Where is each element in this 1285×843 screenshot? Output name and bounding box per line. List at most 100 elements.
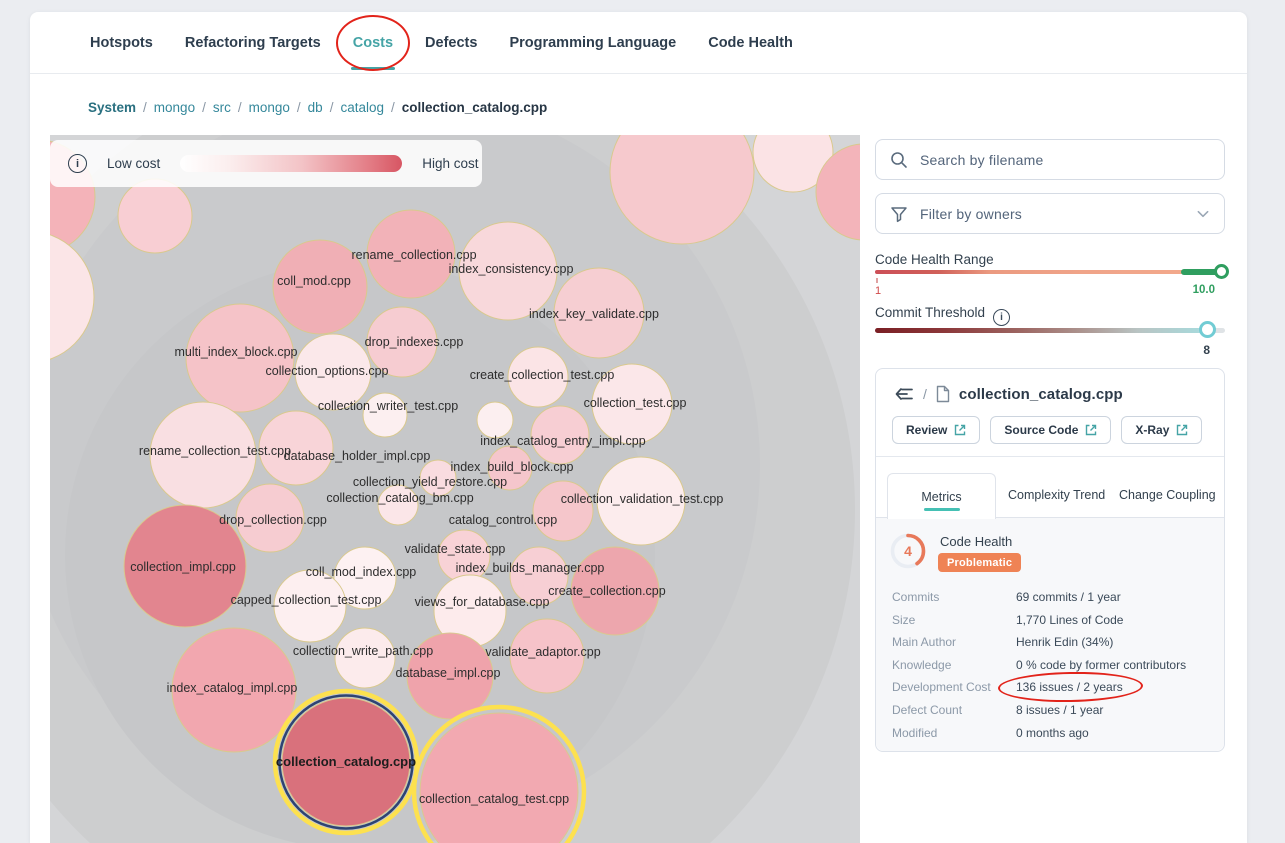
- commit-threshold-handle[interactable]: [1199, 321, 1216, 338]
- main-card: Hotspots Refactoring Targets Costs Defects P…: [30, 12, 1247, 843]
- breadcrumb-link-4[interactable]: catalog: [340, 100, 384, 115]
- cost-bubble-chart[interactable]: coll_mod.cpprename_collection.cppindex_c…: [50, 135, 860, 843]
- top-nav: Hotspots Refactoring Targets Costs Defects P…: [30, 12, 1247, 74]
- breadcrumb-separator: /: [238, 100, 242, 115]
- tab-change-coupling[interactable]: Change Coupling: [1119, 473, 1216, 517]
- metric-label: Modified: [892, 726, 1012, 740]
- bubble-label[interactable]: create_collection_test.cpp: [470, 368, 615, 382]
- nav-tab-hotspots[interactable]: Hotspots: [88, 27, 155, 59]
- chevron-down-icon: [1196, 207, 1210, 221]
- bubble-label[interactable]: coll_mod.cpp: [277, 274, 351, 288]
- code-health-range-handle[interactable]: [1214, 264, 1229, 279]
- code-health-score: 4: [890, 533, 926, 569]
- bubble-label[interactable]: collection_yield_restore.cpp: [353, 475, 507, 489]
- metrics-tab-content: 4 Code Health Problematic Commits69 comm…: [876, 518, 1224, 751]
- bubble-label[interactable]: index_consistency.cpp: [449, 262, 574, 276]
- bubble-label[interactable]: capped_collection_test.cpp: [231, 593, 382, 607]
- metric-value: 0 months ago: [1012, 726, 1093, 740]
- nav-tab-programming-language[interactable]: Programming Language: [507, 27, 678, 59]
- bubble-label[interactable]: database_impl.cpp: [396, 666, 501, 680]
- bubble-label[interactable]: index_catalog_impl.cpp: [167, 681, 298, 695]
- bubble-label[interactable]: index_key_validate.cpp: [529, 307, 659, 321]
- info-icon[interactable]: i: [993, 309, 1010, 326]
- bubble-label[interactable]: views_for_database.cpp: [415, 595, 550, 609]
- metric-value-annotated: 136 issues / 2 years: [1012, 680, 1127, 694]
- code-health-range-slider[interactable]: [875, 270, 1225, 274]
- commit-threshold-value: 8: [1203, 343, 1210, 357]
- bubble-label[interactable]: validate_state.cpp: [405, 542, 506, 556]
- nav-tab-code-health[interactable]: Code Health: [706, 27, 795, 59]
- bubble-label[interactable]: rename_collection.cpp: [351, 248, 476, 262]
- file-action-buttons: Review Source Code X-Ray: [892, 416, 1202, 444]
- search-box[interactable]: [875, 139, 1225, 180]
- nav-tab-defects[interactable]: Defects: [423, 27, 479, 59]
- bubble-label[interactable]: index_build_block.cpp: [450, 460, 573, 474]
- breadcrumb-link-1[interactable]: src: [213, 100, 231, 115]
- breadcrumb-separator: /: [297, 100, 301, 115]
- metric-value: 69 commits / 1 year: [1012, 590, 1125, 604]
- bubble-label[interactable]: index_builds_manager.cpp: [456, 561, 605, 575]
- bubble-label[interactable]: collection_test.cpp: [584, 396, 687, 410]
- bubble-label[interactable]: drop_collection.cpp: [219, 513, 327, 527]
- review-button[interactable]: Review: [892, 416, 980, 444]
- breadcrumb-separator: /: [143, 100, 147, 115]
- metric-value: 1,770 Lines of Code: [1012, 613, 1127, 627]
- breadcrumb-separator: /: [391, 100, 395, 115]
- bubble-label[interactable]: create_collection.cpp: [548, 584, 665, 598]
- bubble-label[interactable]: coll_mod_index.cpp: [306, 565, 417, 579]
- metric-row-modified: Modified0 months ago: [892, 722, 1214, 744]
- search-input[interactable]: [920, 152, 1210, 168]
- metric-row-commits: Commits69 commits / 1 year: [892, 586, 1214, 608]
- bubble-label[interactable]: index_catalog_entry_impl.cpp: [480, 434, 645, 448]
- commit-threshold-label: Commit Thresholdi: [875, 305, 1010, 326]
- bubble-label[interactable]: collection_catalog_test.cpp: [419, 792, 569, 806]
- breadcrumb-link-3[interactable]: db: [308, 100, 323, 115]
- nav-tab-costs[interactable]: Costs: [351, 27, 395, 59]
- bubble-label[interactable]: collection_validation_test.cpp: [561, 492, 724, 506]
- file-bubble[interactable]: [477, 402, 513, 438]
- external-link-icon: [954, 424, 966, 436]
- bubble-label[interactable]: collection_catalog.cpp: [276, 754, 416, 769]
- bubble-label[interactable]: database_holder_impl.cpp: [284, 449, 431, 463]
- breadcrumb-link-2[interactable]: mongo: [249, 100, 290, 115]
- bubble-label[interactable]: collection_impl.cpp: [130, 560, 236, 574]
- metric-row-development-cost: Development Cost136 issues / 2 years: [892, 676, 1214, 698]
- tab-complexity-trend[interactable]: Complexity Trend: [1008, 473, 1105, 517]
- breadcrumb-root[interactable]: System: [88, 100, 136, 115]
- bubble-label[interactable]: multi_index_block.cpp: [175, 345, 298, 359]
- info-icon[interactable]: i: [68, 154, 87, 173]
- metric-label: Size: [892, 613, 1012, 627]
- file-bubble[interactable]: [118, 179, 192, 253]
- search-icon: [890, 151, 908, 169]
- metric-label: Main Author: [892, 635, 1012, 649]
- owner-filter-dropdown[interactable]: Filter by owners: [875, 193, 1225, 234]
- breadcrumb-separator: /: [202, 100, 206, 115]
- code-health-range-label: Code Health Range: [875, 252, 994, 267]
- back-to-list-icon[interactable]: [894, 385, 915, 403]
- bubble-label[interactable]: collection_write_path.cpp: [293, 644, 433, 658]
- file-bubble-catalog_control.cpp[interactable]: [533, 481, 593, 541]
- bubble-label[interactable]: rename_collection_test.cpp: [139, 444, 291, 458]
- bubble-label[interactable]: drop_indexes.cpp: [365, 335, 464, 349]
- tab-metrics[interactable]: Metrics: [887, 473, 996, 519]
- x-ray-button[interactable]: X-Ray: [1121, 416, 1202, 444]
- bubble-circle: [118, 179, 192, 253]
- metric-row-main-author: Main AuthorHenrik Edin (34%): [892, 631, 1214, 653]
- bubble-label[interactable]: collection_options.cpp: [266, 364, 389, 378]
- legend-low-label: Low cost: [107, 156, 160, 171]
- commit-threshold-slider[interactable]: [875, 328, 1225, 333]
- file-bubble-collection_write_path.cpp[interactable]: [335, 628, 395, 688]
- nav-tab-refactoring-targets[interactable]: Refactoring Targets: [183, 27, 323, 59]
- breadcrumb-link-0[interactable]: mongo: [154, 100, 195, 115]
- bubble-label[interactable]: catalog_control.cpp: [449, 513, 557, 527]
- metric-label: Development Cost: [892, 680, 1012, 694]
- bubble-label[interactable]: collection_writer_test.cpp: [318, 399, 458, 413]
- selected-filename: collection_catalog.cpp: [959, 386, 1123, 403]
- code-health-label: Code Health: [940, 534, 1012, 549]
- metric-value: 0 % code by former contributors: [1012, 658, 1190, 672]
- metric-label: Commits: [892, 590, 1012, 604]
- code-health-min-tick: [876, 278, 878, 283]
- bubble-label[interactable]: collection_catalog_bm.cpp: [326, 491, 473, 505]
- bubble-label[interactable]: validate_adaptor.cpp: [485, 645, 600, 659]
- source-code-button[interactable]: Source Code: [990, 416, 1111, 444]
